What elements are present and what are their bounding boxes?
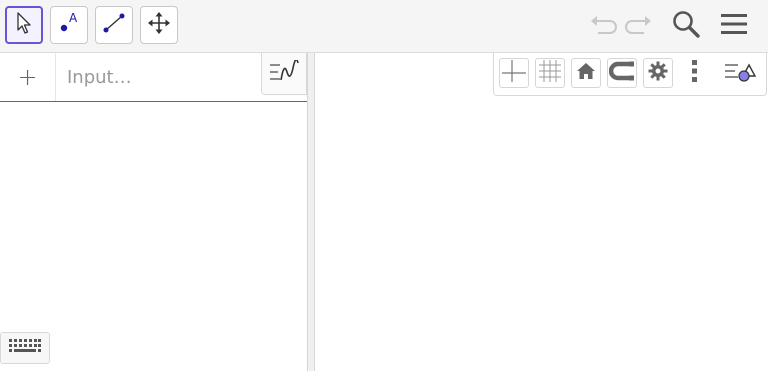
move-tool-button[interactable] [5, 6, 43, 44]
graphics-style-button[interactable] [720, 58, 760, 88]
more-options-button[interactable] [684, 58, 706, 88]
move-arrows-icon [146, 10, 172, 40]
point-icon: A [56, 10, 82, 40]
redo-button[interactable] [624, 10, 654, 42]
add-item-button[interactable]: + [0, 53, 56, 101]
plus-icon: + [17, 63, 38, 91]
search-button[interactable] [670, 10, 702, 42]
point-label: A [69, 11, 78, 25]
algebra-view-style-button[interactable] [261, 53, 307, 95]
algebra-style-icon [268, 58, 300, 88]
toggle-axes-button[interactable] [499, 58, 529, 88]
point-capturing-button[interactable] [607, 58, 637, 88]
graphics-view[interactable] [315, 53, 768, 371]
virtual-keyboard-button[interactable] [0, 332, 50, 364]
move-graphics-view-button[interactable] [140, 6, 178, 44]
main-toolbar: A [0, 0, 768, 53]
graphics-style-icon [722, 58, 758, 88]
more-vert-icon [691, 58, 699, 88]
segment-tool-button[interactable] [95, 6, 133, 44]
point-tool-button[interactable]: A [50, 6, 88, 44]
search-icon [671, 9, 701, 43]
graphics-settings-button[interactable] [643, 58, 673, 88]
keyboard-icon [8, 338, 42, 358]
toggle-grid-button[interactable] [535, 58, 565, 88]
algebra-input-field[interactable] [57, 53, 261, 101]
home-icon [575, 60, 597, 86]
gear-icon [647, 60, 669, 86]
point-capturing-icon [608, 60, 635, 86]
algebra-input-row: + [0, 53, 307, 102]
graphics-style-bar [493, 53, 767, 96]
grid-icon [537, 58, 563, 88]
redo-icon [624, 12, 654, 40]
algebra-panel: + [0, 53, 307, 371]
axes-icon [501, 58, 527, 88]
main-menu-button[interactable] [718, 10, 750, 42]
undo-icon [588, 12, 618, 40]
undo-button[interactable] [588, 10, 618, 42]
menu-icon [719, 11, 749, 41]
panel-splitter[interactable] [307, 53, 315, 371]
standard-view-button[interactable] [571, 58, 601, 88]
cursor-arrow-icon [13, 11, 35, 39]
segment-icon [101, 10, 127, 40]
